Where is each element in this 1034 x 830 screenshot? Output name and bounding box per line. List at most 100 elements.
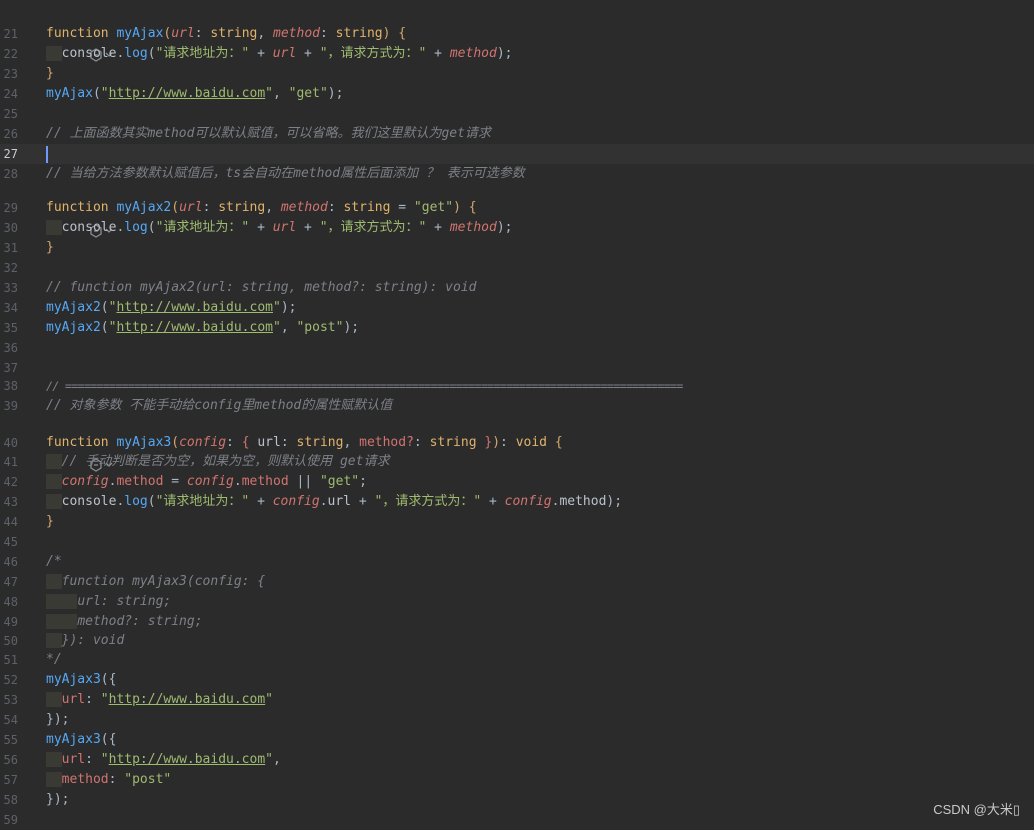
code-line[interactable]: 33 // function myAjax2(url: string, metho…	[0, 278, 1034, 298]
code-line[interactable]: 21 function myAjax(url: string, method: s…	[0, 24, 1034, 44]
code-line[interactable]: 56 url: "http://www.baidu.com",	[0, 750, 1034, 770]
code-editor[interactable]: 21 function myAjax(url: string, method: s…	[0, 0, 1034, 827]
type: string	[335, 26, 383, 41]
line-number: 24	[3, 87, 18, 101]
identifier: console	[61, 220, 117, 235]
code-line[interactable]: 25	[0, 104, 1034, 124]
comment: // 当给方法参数默认赋值后，ts会自动在method属性后面添加 ？ 表示可选…	[46, 166, 525, 181]
function-name: myAjax	[116, 26, 164, 41]
line-number: 58	[3, 793, 18, 807]
code-line[interactable]: 34 myAjax2("http://www.baidu.com");	[0, 298, 1034, 318]
string: "请求地址为："	[155, 46, 250, 61]
inlay-hint-row	[0, 180, 1034, 238]
code-line[interactable]: 23}	[0, 64, 1034, 84]
function-call: myAjax	[46, 86, 93, 101]
keyword: function	[46, 200, 109, 215]
string: "post"	[296, 320, 344, 335]
code-line[interactable]: 58});	[0, 790, 1034, 810]
code-line[interactable]: 46 /*	[0, 552, 1034, 572]
code-line[interactable]: 40 function myAjax3(config: { url: string…	[0, 433, 1034, 453]
property: method	[559, 494, 607, 509]
code-line[interactable]: 50 }): void	[0, 631, 1034, 651]
code-line[interactable]: 26 // 上面函数其实method可以默认赋值，可以省略。我们这里默认为get请…	[0, 124, 1034, 144]
line-number: 30	[3, 221, 18, 235]
line-number: 43	[3, 495, 18, 509]
param: config	[272, 494, 320, 509]
line-number: 57	[3, 773, 18, 787]
code-line[interactable]: 39 // 对象参数 不能手动给config里method的属性赋默认值	[0, 396, 1034, 416]
comment: /*	[46, 554, 62, 569]
code-line[interactable]: 52 myAjax3({	[0, 670, 1034, 690]
identifier: console	[61, 46, 117, 61]
line-number: 41	[3, 455, 18, 469]
line-number: 47	[3, 575, 18, 589]
code-line[interactable]: 41 // 手动判断是否为空，如果为空，则默认使用 get请求	[0, 452, 1034, 472]
code-line[interactable]: 55 myAjax3({	[0, 730, 1034, 750]
code-line[interactable]: 36	[0, 338, 1034, 358]
comment: url: string;	[77, 594, 172, 609]
property: url	[61, 752, 86, 767]
code-line[interactable]: 42 config.method = config.method || "get…	[0, 472, 1034, 492]
line-number: 40	[3, 436, 18, 450]
code-line[interactable]: 38 // ===================================…	[0, 376, 1034, 396]
type: void	[515, 435, 547, 450]
comment: // 对象参数 不能手动给config里method的属性赋默认值	[46, 398, 393, 413]
line-number: 33	[3, 281, 18, 295]
url-link[interactable]: http://www.baidu.com	[109, 692, 266, 707]
type: string	[429, 435, 477, 450]
line-number: 59	[3, 813, 18, 827]
code-line[interactable]: 57 method: "post"	[0, 770, 1034, 790]
param: method	[449, 46, 497, 61]
url-link[interactable]: http://www.baidu.com	[116, 320, 273, 335]
code-line[interactable]: 44}	[0, 512, 1034, 532]
url-link[interactable]: http://www.baidu.com	[109, 752, 266, 767]
keyword: function	[46, 435, 109, 450]
code-line[interactable]: 43 console.log("请求地址为：" + config.url + "…	[0, 492, 1034, 512]
line-number: 35	[3, 321, 18, 335]
comment: // 上面函数其实method可以默认赋值，可以省略。我们这里默认为get请求	[46, 126, 491, 141]
string: "请求地址为："	[155, 220, 250, 235]
url-link[interactable]: http://www.baidu.com	[109, 86, 266, 101]
line-number: 21	[3, 27, 18, 41]
line-number: 38	[3, 379, 18, 393]
inlay-hint-row	[0, 4, 1034, 62]
line-number: 25	[3, 107, 18, 121]
code-line[interactable]: 30 console.log("请求地址为：" + url + "，请求方式为：…	[0, 218, 1034, 238]
url-link[interactable]: http://www.baidu.com	[116, 300, 273, 315]
code-line[interactable]: 47 function myAjax3(config: {	[0, 572, 1034, 592]
method: log	[124, 220, 148, 235]
type: string	[296, 435, 344, 450]
param: config	[179, 435, 227, 450]
function-call: myAjax3	[46, 732, 101, 747]
line-number: 39	[3, 399, 18, 413]
code-line[interactable]: 31}	[0, 238, 1034, 258]
code-line[interactable]: 37	[0, 358, 1034, 378]
comment: }): void	[61, 633, 125, 648]
property: method?	[359, 435, 414, 450]
code-line[interactable]: 35 myAjax2("http://www.baidu.com", "post"…	[0, 318, 1034, 338]
code-line[interactable]: 53 url: "http://www.baidu.com"	[0, 690, 1034, 710]
line-number: 31	[3, 241, 18, 255]
comment: method?: string;	[77, 614, 203, 629]
string: "get"	[288, 86, 328, 101]
code-line[interactable]: 24 myAjax("http://www.baidu.com", "get");	[0, 84, 1034, 104]
comment: // 手动判断是否为空，如果为空，则默认使用 get请求	[61, 454, 390, 469]
code-line[interactable]: 54});	[0, 710, 1034, 730]
line-number: 53	[3, 693, 18, 707]
code-line[interactable]: 59	[0, 810, 1034, 830]
type: string	[210, 26, 258, 41]
current-line[interactable]: 27	[0, 144, 1034, 164]
code-line[interactable]: 29 function myAjax2(url: string, method: …	[0, 198, 1034, 218]
param: config	[61, 474, 109, 489]
code-line[interactable]: 45	[0, 532, 1034, 552]
code-line[interactable]: 22 console.log("请求地址为：" + url + "，请求方式为：…	[0, 44, 1034, 64]
function-call: myAjax2	[46, 300, 101, 315]
string: "，请求方式为："	[319, 220, 427, 235]
code-line[interactable]: 32	[0, 258, 1034, 278]
code-line[interactable]: 51 */	[0, 650, 1034, 670]
line-number: 37	[3, 361, 18, 375]
method: log	[124, 46, 148, 61]
function-name: myAjax3	[116, 435, 172, 450]
code-line[interactable]: 49 method?: string;	[0, 612, 1034, 632]
code-line[interactable]: 48 url: string;	[0, 592, 1034, 612]
